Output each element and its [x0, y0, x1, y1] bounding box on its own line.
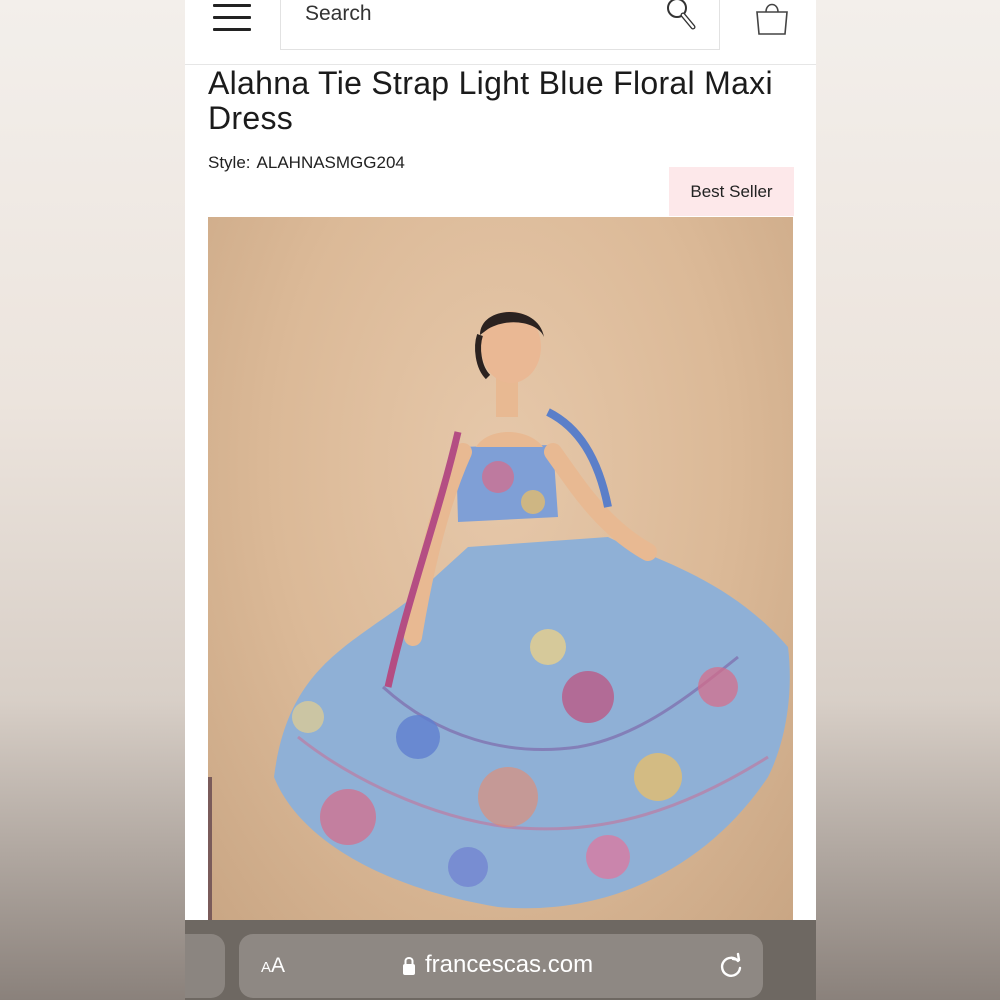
search-icon[interactable]	[663, 0, 699, 32]
background-right	[816, 0, 1000, 1000]
lock-icon	[403, 957, 415, 975]
site-header: Search	[185, 0, 816, 65]
phone-screen: Search Alahna Tie Strap Light Blue Flora…	[185, 0, 816, 1000]
previous-tab[interactable]	[185, 934, 225, 998]
search-input[interactable]: Search	[280, 0, 720, 50]
style-value: ALAHNASMGG204	[256, 153, 405, 172]
shopping-bag-icon[interactable]	[751, 0, 793, 38]
best-seller-badge: Best Seller	[669, 167, 794, 216]
reload-icon[interactable]	[717, 952, 745, 980]
address-bar[interactable]: AA francescas.com	[239, 934, 763, 998]
text-size-button[interactable]: AA	[261, 954, 285, 978]
style-label: Style:	[208, 153, 251, 172]
product-image[interactable]	[208, 217, 793, 922]
model-illustration	[208, 311, 790, 922]
hamburger-menu-icon[interactable]	[213, 4, 251, 32]
background-left	[0, 0, 185, 1000]
search-placeholder: Search	[305, 2, 372, 25]
url-domain: francescas.com	[425, 951, 594, 978]
style-number: Style: ALAHNASMGG204	[208, 153, 405, 173]
product-title: Alahna Tie Strap Light Blue Floral Maxi …	[208, 65, 773, 136]
browser-toolbar: AA francescas.com	[185, 920, 816, 1000]
